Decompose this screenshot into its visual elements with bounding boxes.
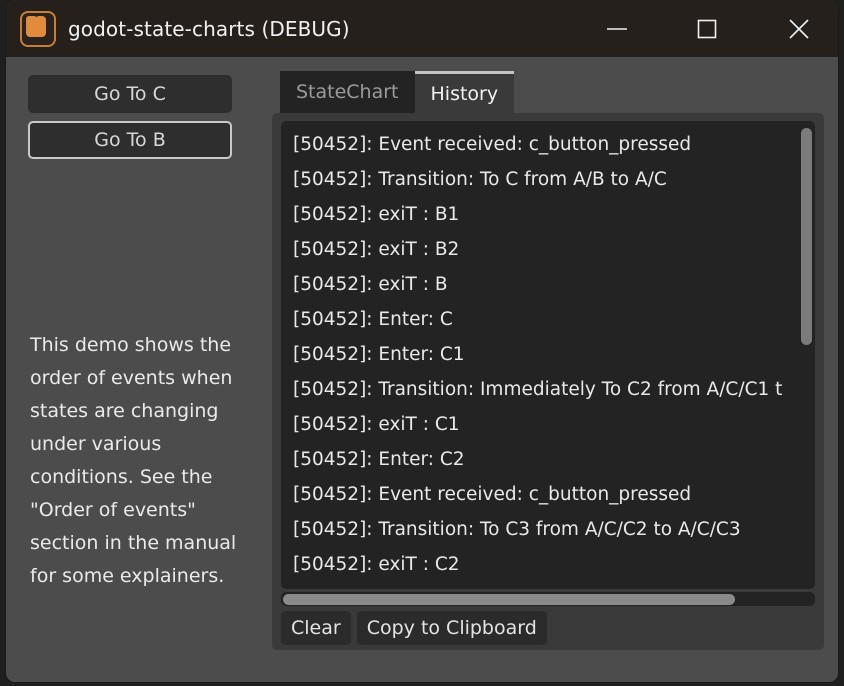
history-tab-panel: [50452]: Event received: c_button_presse… [272, 113, 824, 650]
go-to-b-button[interactable]: Go To B [28, 121, 232, 159]
go-to-c-button[interactable]: Go To C [28, 75, 232, 113]
close-button[interactable] [768, 0, 830, 57]
maximize-icon [696, 18, 718, 40]
clear-button-label: Clear [291, 617, 341, 639]
log-line: [50452]: Transition: To C from A/B to A/… [293, 169, 667, 190]
left-control-column: Go To C Go To B [28, 75, 240, 167]
log-line: [50452]: Event received: c_button_presse… [293, 484, 692, 505]
window-title: godot-state-charts (DEBUG) [68, 16, 350, 41]
log-line: [50452]: exiT : C1 [293, 414, 460, 435]
log-line: [50452]: exiT : B1 [293, 204, 460, 225]
close-icon [786, 16, 812, 42]
log-vertical-scrollbar[interactable] [801, 124, 812, 586]
minimize-icon [605, 23, 629, 35]
log-line: [50452]: exiT : B [293, 274, 448, 295]
history-log-box[interactable]: [50452]: Event received: c_button_presse… [281, 121, 815, 589]
tab-statechart-label: StateChart [296, 81, 399, 103]
log-line: [50452]: Enter: C1 [293, 344, 465, 365]
log-line: [50452]: Enter: C2 [293, 449, 465, 470]
log-line: [50452]: Transition: Immediately To C2 f… [293, 379, 783, 400]
log-line: [50452]: exiT : C2 [293, 554, 460, 575]
log-horizontal-scrollbar-thumb[interactable] [283, 594, 735, 605]
log-action-bar: Clear Copy to Clipboard [281, 611, 547, 645]
log-line: [50452]: Enter: C [293, 309, 453, 330]
title-bar: godot-state-charts (DEBUG) [6, 0, 838, 57]
log-line: [50452]: exiT : B2 [293, 239, 460, 260]
godot-state-charts-app-icon [20, 10, 56, 47]
demo-description: This demo shows the order of events when… [30, 334, 237, 587]
copy-to-clipboard-button[interactable]: Copy to Clipboard [356, 611, 547, 645]
log-vertical-scrollbar-thumb[interactable] [801, 128, 812, 345]
log-line: [50452]: Event received: c_button_presse… [293, 134, 692, 155]
history-log-lines: [50452]: Event received: c_button_presse… [293, 127, 813, 582]
log-horizontal-scrollbar[interactable] [281, 592, 815, 606]
clear-button[interactable]: Clear [281, 611, 351, 645]
tab-statechart[interactable]: StateChart [280, 71, 415, 113]
copy-to-clipboard-button-label: Copy to Clipboard [366, 617, 537, 639]
tab-bar: StateChart History [280, 71, 515, 113]
maximize-button[interactable] [676, 0, 738, 57]
tab-history[interactable]: History [414, 71, 515, 113]
log-line: [50452]: Transition: To C3 from A/C/C2 t… [293, 519, 741, 540]
debug-panel: StateChart History [50452]: Event receiv… [268, 67, 824, 651]
tab-history-label: History [430, 82, 499, 105]
app-window: godot-state-charts (DEBUG) Go To C Go To… [6, 0, 838, 682]
minimize-button[interactable] [586, 0, 648, 57]
go-to-c-button-label: Go To C [94, 83, 166, 105]
client-area: Go To C Go To B This demo shows the orde… [6, 57, 838, 682]
go-to-b-button-label: Go To B [94, 129, 166, 151]
